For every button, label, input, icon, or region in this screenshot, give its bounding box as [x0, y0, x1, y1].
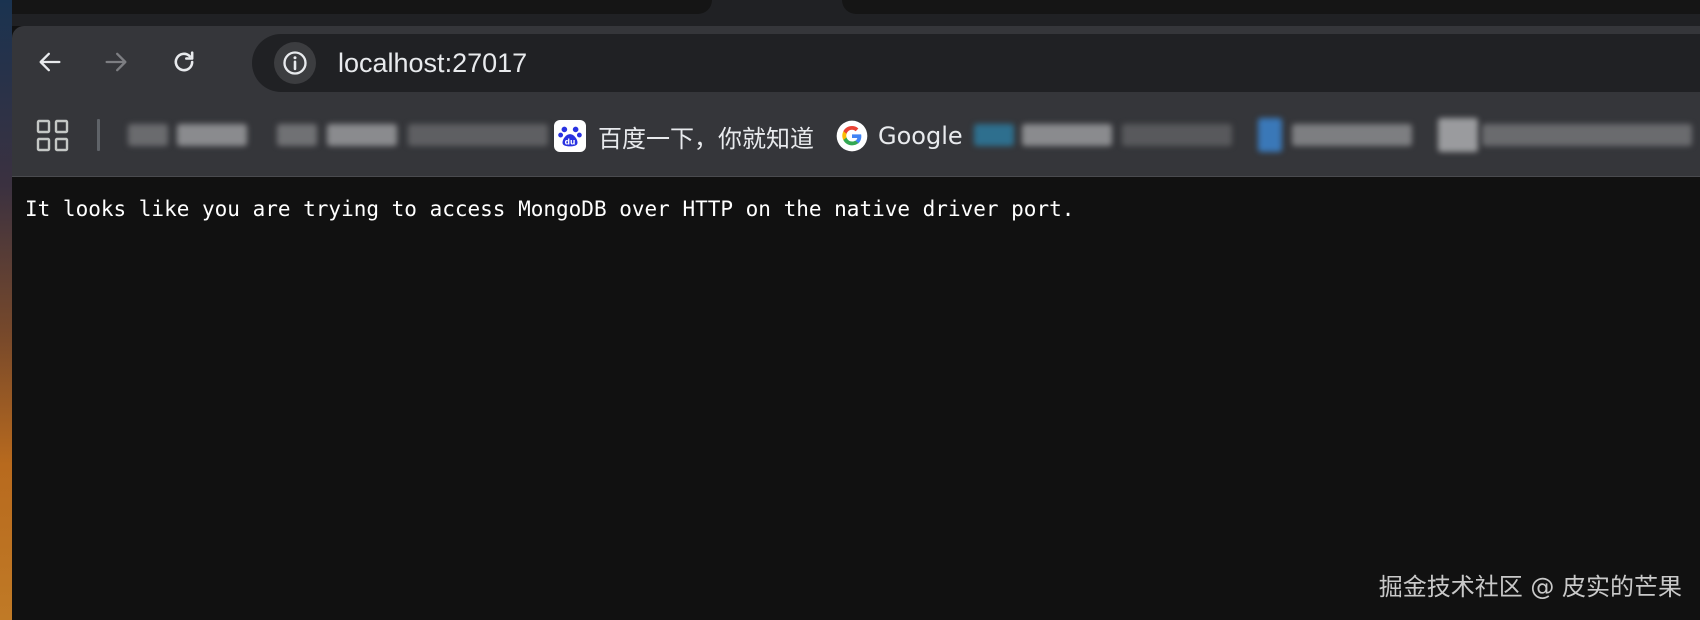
reload-button[interactable]: [166, 44, 202, 80]
arrow-left-icon: [39, 52, 61, 72]
bookmark-blurred[interactable]: [277, 124, 317, 146]
tab-inactive[interactable]: [12, 0, 712, 14]
browser-toolbar: localhost:27017: [12, 26, 1700, 98]
bookmark-blurred[interactable]: [128, 124, 168, 146]
bookmark-google[interactable]: Google: [836, 116, 963, 156]
forward-button[interactable]: [98, 44, 134, 80]
address-bar[interactable]: localhost:27017: [252, 34, 1700, 92]
bookmark-label: 百度一下，你就知道: [598, 124, 814, 153]
bookmark-baidu[interactable]: du 百度一下，你就知道: [554, 116, 814, 156]
bookmark-blurred[interactable]: [1022, 124, 1112, 146]
bookmark-blurred[interactable]: [974, 124, 1014, 146]
bookmark-blurred[interactable]: [1258, 118, 1282, 152]
watermark: 掘金技术社区 @ 皮实的芒果: [1378, 573, 1682, 601]
bookmark-blurred[interactable]: [177, 124, 247, 146]
page-message: It looks like you are trying to access M…: [25, 197, 1075, 221]
bookmark-blurred[interactable]: [1292, 124, 1412, 146]
bookmark-blurred[interactable]: [1122, 124, 1232, 146]
apps-grid-icon[interactable]: [36, 119, 70, 153]
back-button[interactable]: [32, 44, 68, 80]
bookmark-blurred[interactable]: [327, 124, 397, 146]
url-text[interactable]: localhost:27017: [338, 47, 527, 79]
svg-text:du: du: [565, 137, 576, 146]
bookmark-blurred[interactable]: [408, 124, 548, 146]
baidu-icon: du: [554, 120, 586, 152]
site-info-button[interactable]: [274, 42, 316, 84]
bookmarks-separator: [97, 119, 100, 151]
tab-inactive[interactable]: [842, 0, 1700, 14]
bookmark-blurred[interactable]: [1438, 118, 1478, 152]
page-content: It looks like you are trying to access M…: [12, 177, 1700, 620]
tab-strip: [12, 0, 1700, 26]
info-icon: [283, 51, 307, 75]
bookmark-blurred[interactable]: [1482, 124, 1692, 146]
browser-window: localhost:27017 du 百度一下，你就知道 Google It l…: [12, 0, 1700, 620]
bookmarks-bar: du 百度一下，你就知道 Google: [12, 98, 1700, 177]
bookmark-label: Google: [878, 122, 963, 150]
google-icon: [836, 120, 868, 152]
arrow-right-icon: [105, 52, 127, 72]
reload-icon: [174, 51, 194, 72]
